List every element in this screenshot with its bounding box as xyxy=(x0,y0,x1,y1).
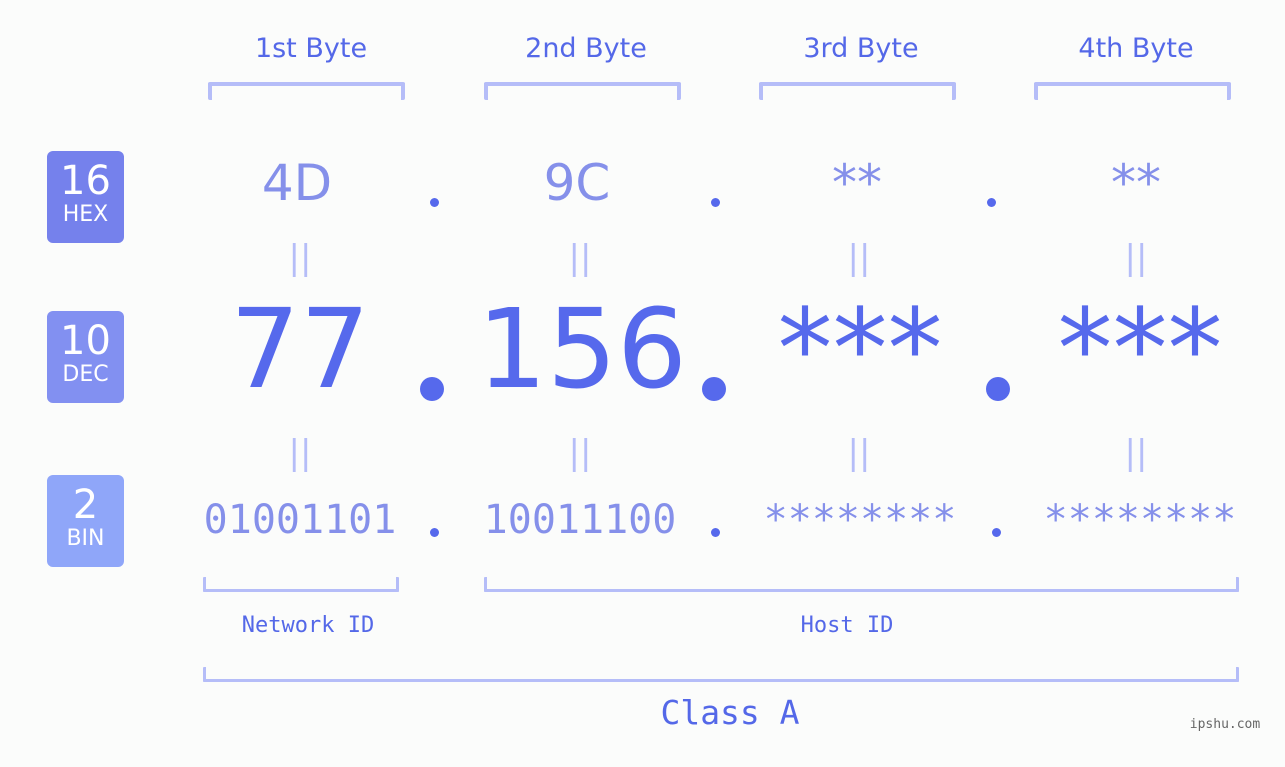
equals-sign: || xyxy=(288,238,312,278)
network-id-label: Network ID xyxy=(241,613,375,638)
equals-sign: || xyxy=(1124,433,1148,473)
bin-byte-4: ******** xyxy=(1043,497,1237,543)
dec-separator-dot xyxy=(986,377,1010,401)
equals-sign: || xyxy=(1124,238,1148,278)
dec-byte-3: *** xyxy=(777,285,943,413)
dec-badge-number: 10 xyxy=(60,318,111,364)
bin-badge-number: 2 xyxy=(72,482,99,528)
host-id-label: Host ID xyxy=(800,613,894,638)
hex-separator-dot xyxy=(430,198,439,207)
host-id-bracket xyxy=(484,577,1239,592)
dec-separator-dot xyxy=(702,377,726,401)
bin-byte-1: 01001101 xyxy=(203,497,397,543)
bin-badge-label: BIN xyxy=(66,526,105,551)
hex-badge: 16 HEX xyxy=(47,151,124,243)
dec-byte-2: 156 xyxy=(477,285,687,413)
byte-header-3: 3rd Byte xyxy=(803,33,919,64)
class-bracket xyxy=(203,667,1239,682)
equals-sign: || xyxy=(847,433,871,473)
hex-separator-dot xyxy=(711,198,720,207)
byte-header-2: 2nd Byte xyxy=(525,33,647,64)
hex-byte-3: ** xyxy=(832,154,882,212)
network-id-bracket xyxy=(203,577,399,592)
dec-badge-label: DEC xyxy=(62,362,109,387)
dec-byte-4: *** xyxy=(1057,285,1223,413)
hex-badge-label: HEX xyxy=(62,202,109,227)
dec-separator-dot xyxy=(420,377,444,401)
byte-bracket-2 xyxy=(484,82,681,100)
byte-bracket-3 xyxy=(759,82,956,100)
bin-badge: 2 BIN xyxy=(47,475,124,567)
hex-byte-2: 9C xyxy=(543,154,611,212)
byte-header-1: 1st Byte xyxy=(254,33,368,64)
byte-bracket-1 xyxy=(208,82,405,100)
equals-sign: || xyxy=(568,433,592,473)
class-label: Class A xyxy=(660,693,800,732)
dec-badge: 10 DEC xyxy=(47,311,124,403)
bin-byte-3: ******** xyxy=(763,497,957,543)
equals-sign: || xyxy=(568,238,592,278)
hex-badge-number: 16 xyxy=(60,158,111,204)
bin-byte-2: 10011100 xyxy=(483,497,677,543)
dec-byte-1: 77 xyxy=(230,285,370,413)
bin-separator-dot xyxy=(711,528,720,537)
hex-byte-4: ** xyxy=(1111,154,1161,212)
watermark: ipshu.com xyxy=(1189,717,1261,732)
byte-bracket-4 xyxy=(1034,82,1231,100)
bin-separator-dot xyxy=(430,528,439,537)
equals-sign: || xyxy=(847,238,871,278)
byte-header-4: 4th Byte xyxy=(1078,33,1194,64)
hex-separator-dot xyxy=(987,198,996,207)
equals-sign: || xyxy=(288,433,312,473)
bin-separator-dot xyxy=(992,528,1001,537)
hex-byte-1: 4D xyxy=(261,154,333,212)
